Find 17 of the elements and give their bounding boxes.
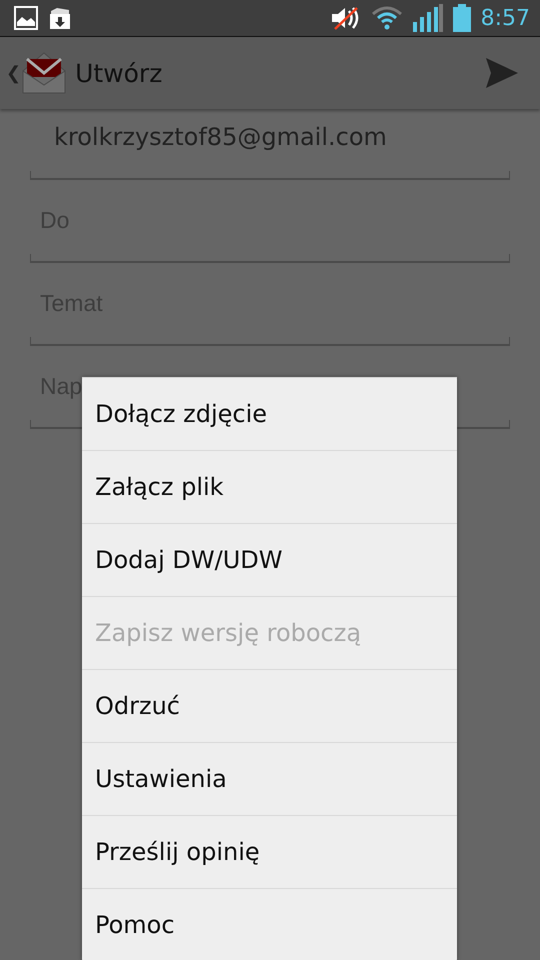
menu-item[interactable]: Załącz plik	[82, 450, 457, 523]
clock: 8:57	[480, 6, 530, 30]
send-icon	[486, 58, 518, 88]
muted-speaker-icon	[330, 5, 361, 31]
menu-item[interactable]: Pomoc	[82, 888, 457, 960]
battery-icon	[452, 4, 471, 32]
image-icon	[14, 6, 38, 30]
menu-item[interactable]: Prześlij opinię	[82, 815, 457, 888]
signal-icon	[412, 4, 443, 32]
mail-icon	[21, 51, 68, 95]
menu-item[interactable]: Ustawienia	[82, 742, 457, 815]
menu-item[interactable]: Dodaj DW/UDW	[82, 523, 457, 596]
menu-item[interactable]: Dołącz zdjęcie	[82, 377, 457, 450]
download-icon	[48, 6, 72, 30]
menu-item[interactable]: Odrzuć	[82, 669, 457, 742]
wifi-icon	[370, 5, 403, 31]
screen-title: Utwórz	[75, 58, 162, 88]
